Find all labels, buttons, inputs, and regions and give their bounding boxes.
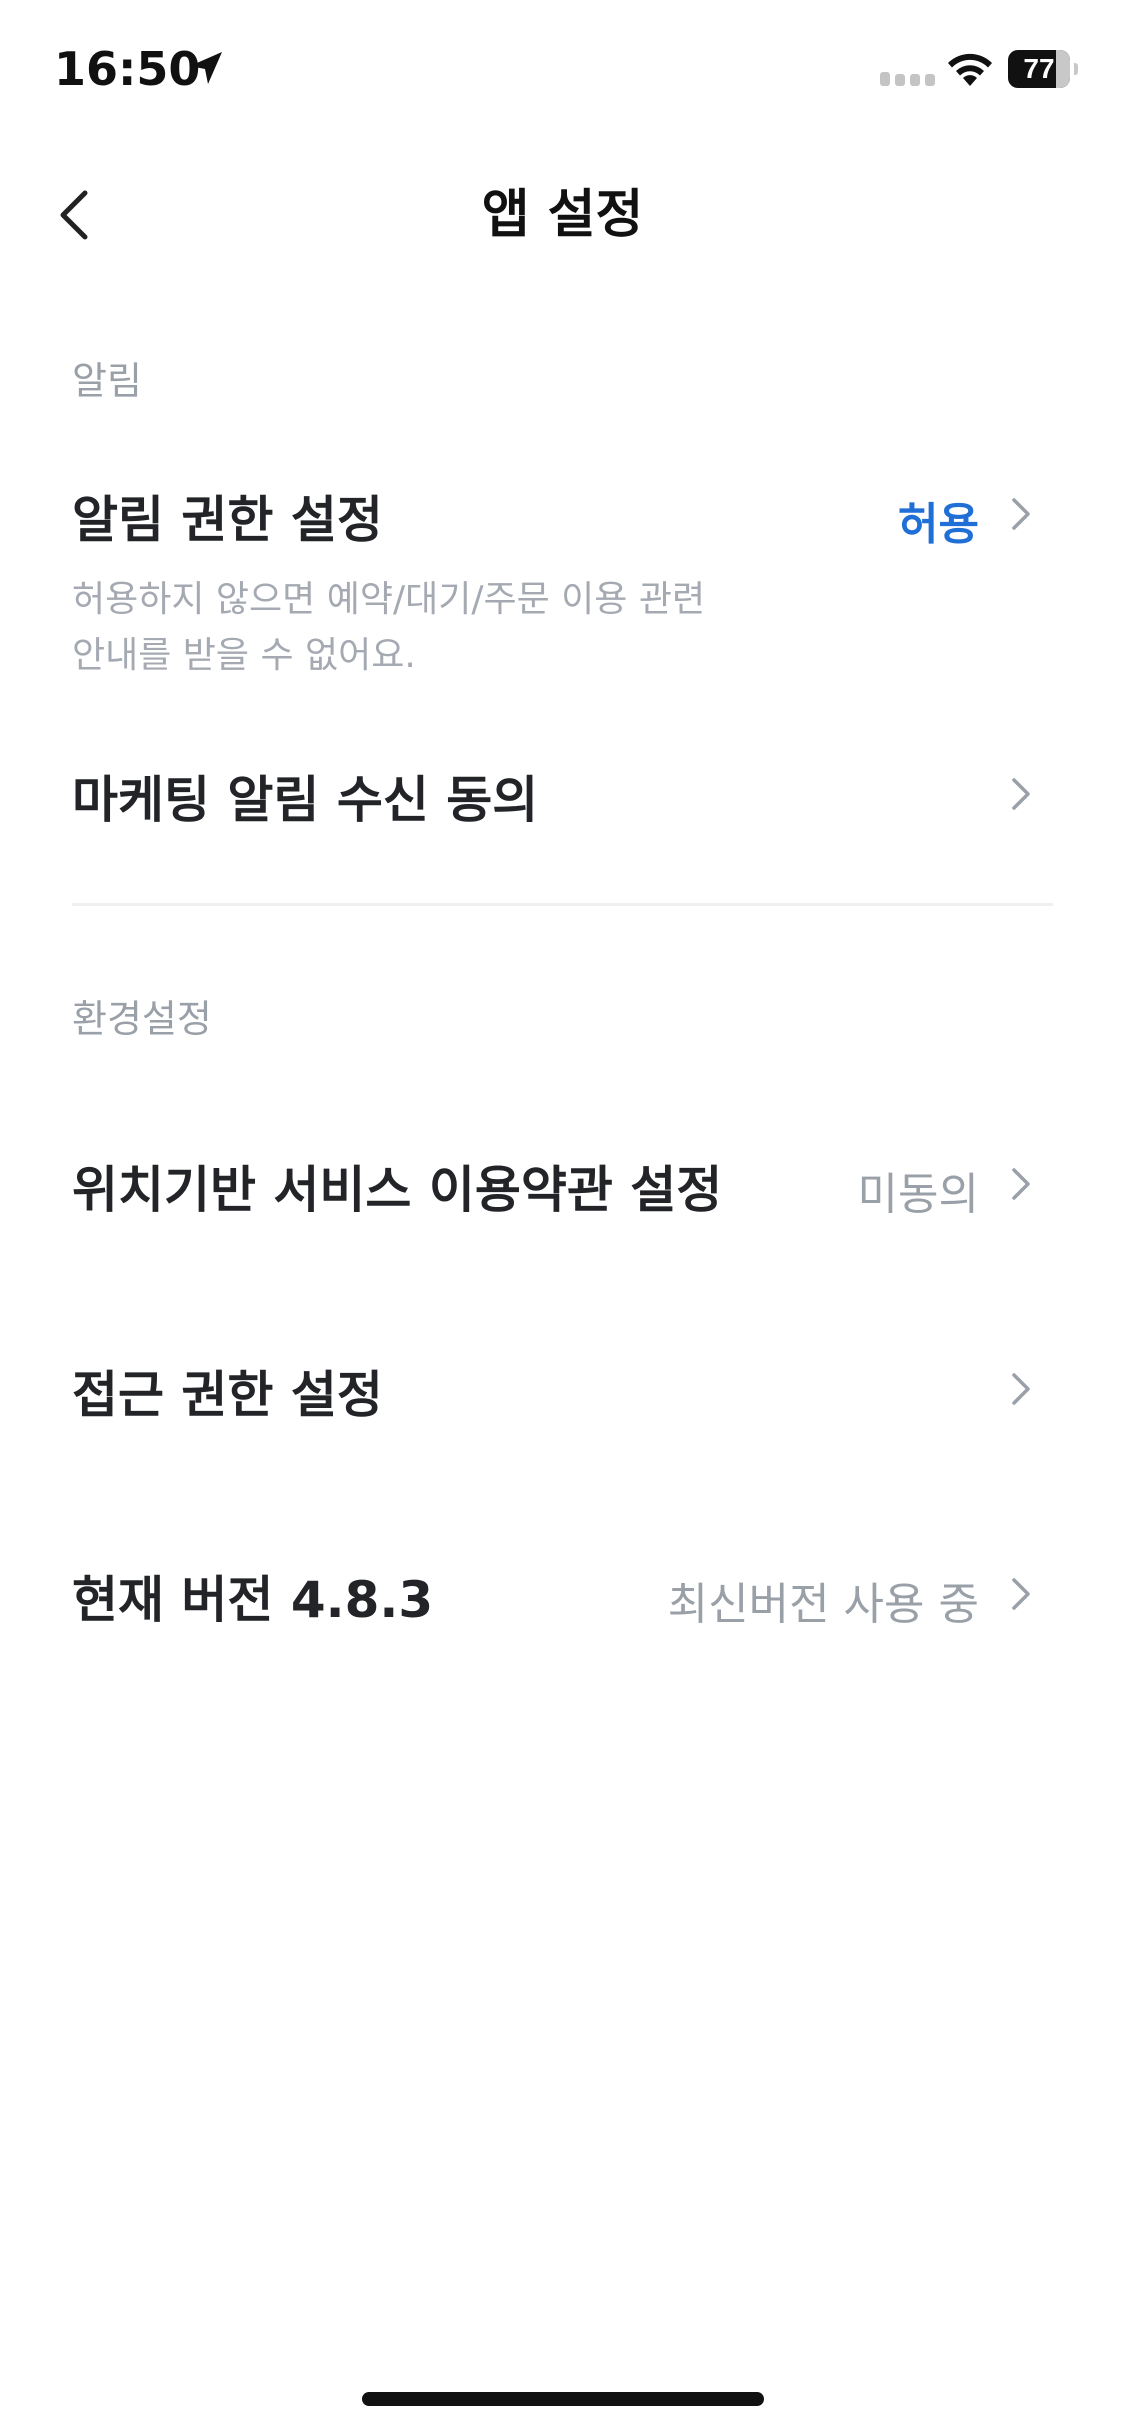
row-label: 위치기반 서비스 이용약관 설정 bbox=[72, 1161, 723, 1219]
row-label: 현재 버전 4.8.3 bbox=[72, 1571, 434, 1629]
row-location-terms[interactable]: 위치기반 서비스 이용약관 설정 미동의 bbox=[0, 1130, 1125, 1250]
nav-bar: 앱 설정 bbox=[0, 160, 1125, 270]
page-title: 앱 설정 bbox=[481, 185, 644, 245]
row-app-version[interactable]: 현재 버전 4.8.3 최신버전 사용 중 bbox=[0, 1540, 1125, 1660]
battery-body: 77 bbox=[1008, 50, 1070, 88]
status-time: 16:50 bbox=[54, 42, 201, 96]
app-version-status: 최신버전 사용 중 bbox=[667, 1579, 979, 1630]
chevron-right-icon bbox=[1012, 1578, 1030, 1610]
back-button[interactable] bbox=[40, 180, 110, 250]
section-header-preferences: 환경설정 bbox=[72, 997, 212, 1041]
location-terms-value: 미동의 bbox=[857, 1169, 979, 1220]
wifi-icon bbox=[948, 53, 992, 86]
row-label: 마케팅 알림 수신 동의 bbox=[72, 771, 539, 829]
row-notification-permission[interactable]: 알림 권한 설정 허용 허용하지 않으면 예약/대기/주문 이용 관련 안내를 … bbox=[0, 460, 1125, 720]
battery-tip bbox=[1074, 63, 1078, 75]
row-access-permission[interactable]: 접근 권한 설정 bbox=[0, 1335, 1125, 1455]
chevron-left-icon bbox=[60, 190, 88, 240]
home-indicator[interactable] bbox=[362, 2392, 764, 2406]
row-label: 알림 권한 설정 bbox=[72, 491, 383, 549]
chevron-right-icon bbox=[1012, 1168, 1030, 1200]
description-line-2: 안내를 받을 수 없어요. bbox=[72, 635, 416, 676]
section-divider bbox=[72, 903, 1053, 906]
chevron-right-icon bbox=[1012, 1373, 1030, 1405]
row-label: 접근 권한 설정 bbox=[72, 1366, 383, 1424]
location-arrow-icon bbox=[190, 52, 222, 84]
chevron-right-icon bbox=[1012, 498, 1030, 530]
chevron-right-icon bbox=[1012, 778, 1030, 810]
notification-permission-description: 허용하지 않으면 예약/대기/주문 이용 관련 안내를 받을 수 없어요. bbox=[72, 572, 772, 684]
battery-icon: 77 bbox=[1008, 50, 1078, 88]
row-marketing-consent[interactable]: 마케팅 알림 수신 동의 bbox=[0, 740, 1125, 860]
status-bar: 16:50 77 bbox=[0, 0, 1125, 140]
cellular-signal-icon bbox=[880, 72, 935, 86]
description-line-1: 허용하지 않으면 예약/대기/주문 이용 관련 bbox=[72, 579, 706, 620]
section-header-notifications: 알림 bbox=[72, 359, 142, 403]
battery-level: 77 bbox=[1023, 53, 1055, 84]
notification-permission-value: 허용 bbox=[898, 499, 979, 550]
